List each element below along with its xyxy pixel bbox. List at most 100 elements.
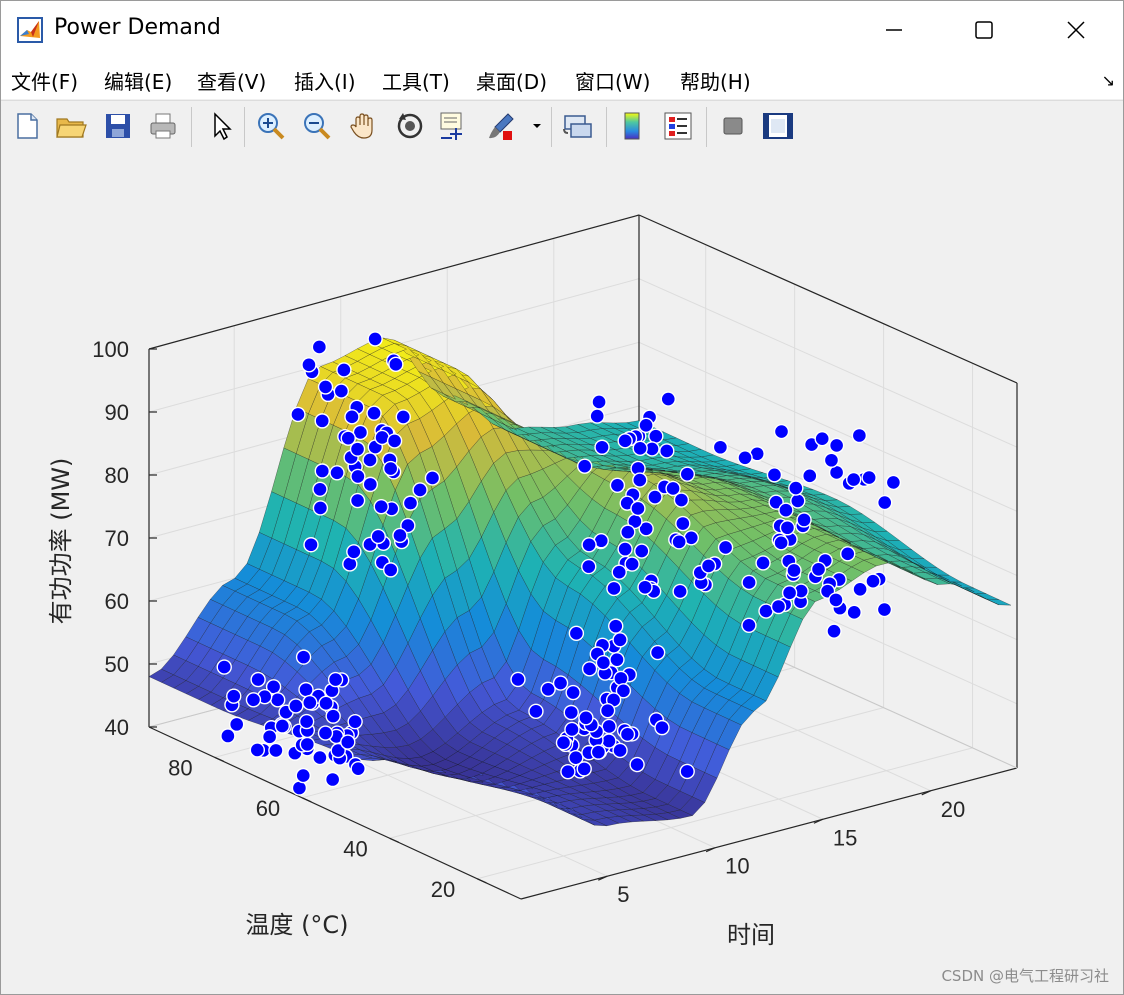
data-point (327, 671, 344, 688)
data-point (679, 763, 695, 780)
save-icon (106, 114, 130, 138)
hand-icon (350, 113, 373, 139)
open-file-button[interactable] (54, 109, 88, 143)
data-point (611, 564, 627, 580)
rotate-3d-button[interactable] (393, 109, 427, 143)
data-point (245, 692, 262, 708)
data-point (576, 761, 592, 777)
toolbar-separator (551, 107, 552, 147)
data-point (312, 500, 329, 516)
menu-edit[interactable]: 编辑(E) (104, 66, 172, 95)
new-figure-button[interactable] (10, 109, 44, 143)
data-point (528, 703, 544, 720)
data-point (617, 433, 633, 449)
brush-icon (489, 113, 514, 140)
data-point (581, 537, 597, 553)
show-plot-tools-button[interactable] (761, 109, 795, 143)
data-point (226, 688, 242, 704)
data-point (654, 719, 670, 736)
data-point (349, 492, 366, 509)
save-figure-button[interactable] (101, 109, 135, 143)
data-point (350, 468, 366, 485)
data-point (590, 744, 607, 760)
z-tick-label: 50 (105, 652, 129, 677)
dock-arrow-icon[interactable]: ↘ (1102, 71, 1115, 90)
title-bar[interactable]: Power Demand (1, 1, 1123, 59)
data-point (299, 736, 316, 753)
data-point (564, 721, 580, 738)
data-point (581, 558, 597, 575)
data-point (268, 742, 284, 759)
insert-legend-button[interactable] (661, 109, 695, 143)
zoom-in-button[interactable] (254, 109, 288, 143)
data-point (781, 585, 798, 601)
menu-window[interactable]: 窗口(W) (575, 66, 650, 95)
data-point (249, 742, 266, 758)
data-point (624, 556, 640, 572)
data-point (647, 489, 663, 505)
data-point (552, 675, 569, 691)
data-point (601, 718, 617, 735)
data-point (555, 735, 572, 751)
data-point (317, 379, 334, 395)
data-point (620, 524, 636, 540)
data-point (786, 562, 802, 579)
data-point (312, 481, 328, 497)
link-plot-button[interactable] (561, 109, 595, 143)
data-point (298, 681, 314, 698)
figure-canvas[interactable]: 40 50 60 70 80 90 100 20 40 60 80 5 10 15 20 时间 温度 (°C) 有… (1, 153, 1123, 994)
edit-plot-button[interactable] (203, 109, 237, 143)
zoom-out-icon (304, 113, 331, 140)
menu-view[interactable]: 查看(V) (197, 66, 266, 95)
data-point (563, 704, 579, 721)
show-tools-icon (763, 113, 793, 139)
print-figure-button[interactable] (146, 109, 180, 143)
data-point (665, 480, 681, 497)
data-point (779, 520, 796, 536)
brush-dropdown[interactable] (527, 109, 547, 143)
menu-file[interactable]: 文件(F) (11, 66, 78, 95)
zoom-out-button[interactable] (300, 109, 334, 143)
insert-colorbar-button[interactable] (615, 109, 649, 143)
data-point (609, 651, 625, 668)
minimize-button[interactable] (849, 1, 939, 59)
data-point (228, 716, 245, 733)
maximize-button[interactable] (939, 1, 1029, 59)
data-cursor-button[interactable] (437, 109, 471, 143)
minimize-icon (886, 29, 902, 31)
data-point (741, 574, 757, 591)
data-point (679, 466, 696, 482)
pan-button[interactable] (346, 109, 380, 143)
data-point (660, 391, 676, 407)
data-point (366, 405, 382, 421)
data-point (619, 726, 636, 743)
data-point (333, 383, 350, 399)
data-point (802, 468, 818, 484)
brush-button[interactable] (485, 109, 519, 143)
menu-insert[interactable]: 插入(I) (294, 66, 356, 95)
data-point (637, 579, 653, 595)
data-point (395, 409, 411, 425)
hide-plot-tools-button[interactable] (716, 109, 750, 143)
print-icon (150, 113, 176, 139)
menu-desktop[interactable]: 桌面(D) (476, 66, 547, 95)
y-tick-label: 20 (431, 877, 455, 902)
data-point (220, 728, 236, 744)
z-tick-label: 60 (105, 589, 129, 614)
menu-tools[interactable]: 工具(T) (382, 66, 450, 95)
figure-window: Power Demand 文件(F) 编辑(E) 查看(V) 插入(I) 工具(… (0, 0, 1124, 995)
colorbar-icon (624, 112, 640, 140)
data-point (301, 357, 317, 373)
y-tick-label: 60 (256, 796, 280, 821)
toolbar-separator (191, 107, 192, 147)
data-point (589, 408, 605, 424)
surface-scatter-plot[interactable]: 40 50 60 70 80 90 100 20 40 60 80 5 10 15 20 时间 温度 (°C) 有… (1, 153, 1123, 994)
y-tick-label: 40 (343, 836, 367, 861)
close-button[interactable] (1031, 1, 1121, 59)
data-point (314, 463, 331, 479)
menu-help[interactable]: 帮助(H) (680, 66, 751, 95)
data-point (581, 661, 598, 677)
data-point (382, 562, 399, 578)
data-point (712, 439, 729, 455)
y-axis-label: 温度 (°C) (245, 911, 348, 939)
